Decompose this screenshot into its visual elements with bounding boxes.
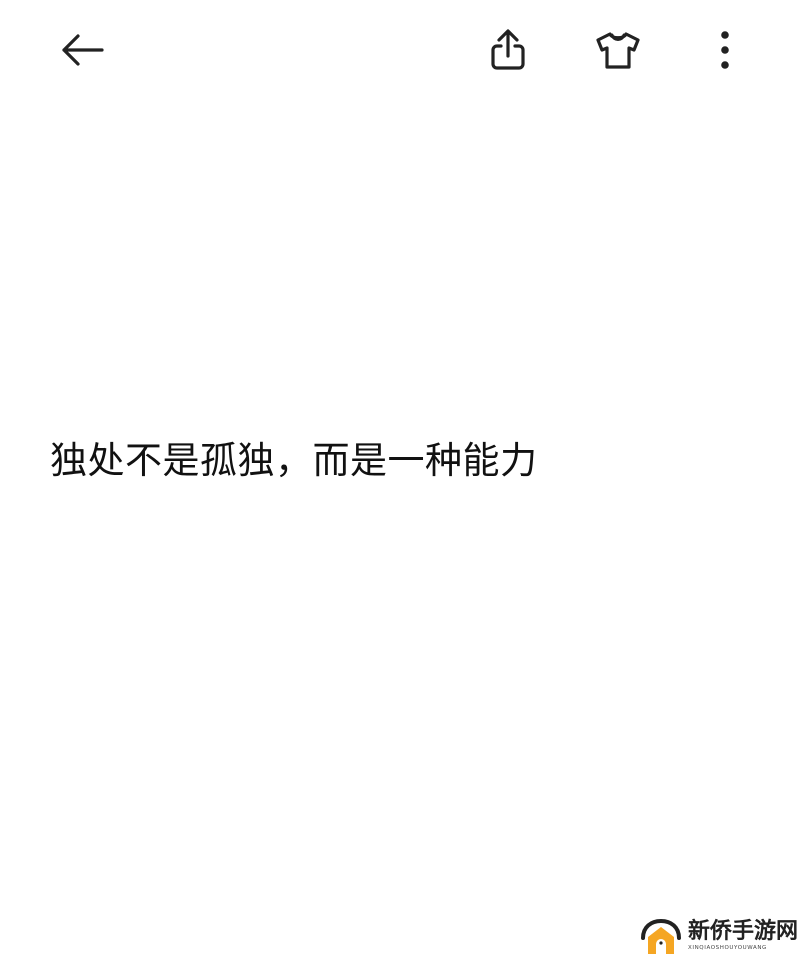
theme-button[interactable] [588,20,648,80]
tshirt-icon [596,32,640,69]
share-icon [491,29,525,70]
share-button[interactable] [478,20,538,80]
arrow-left-icon [62,34,104,66]
back-button[interactable] [52,20,112,80]
more-options-button[interactable] [695,20,755,80]
note-content[interactable]: 独处不是孤独，而是一种能力 [50,436,538,486]
house-logo-icon [641,918,681,954]
top-toolbar [0,0,800,100]
watermark-title: 新侨手游网 [688,918,799,944]
watermark: 新侨手游网 XINQIAOSHOUYOUWANG [640,916,800,957]
more-vertical-icon [721,31,729,69]
watermark-subtitle: XINQIAOSHOUYOUWANG [688,945,767,951]
